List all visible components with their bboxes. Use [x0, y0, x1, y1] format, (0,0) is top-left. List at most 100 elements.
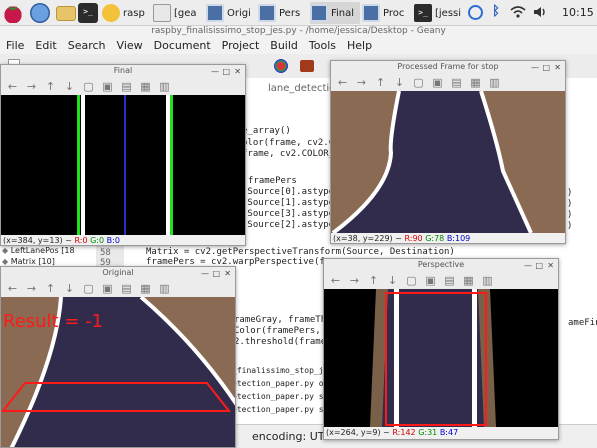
zoom-fit-icon[interactable]: ▢ [406, 274, 417, 287]
zoom-out-icon[interactable]: ▤ [444, 274, 455, 287]
maximize-icon[interactable]: □ [212, 268, 220, 280]
back-arrow-icon[interactable]: ← [7, 282, 18, 295]
zoom-fit-icon[interactable]: ▢ [83, 80, 94, 93]
minimize-icon[interactable]: — [531, 62, 539, 74]
close-icon[interactable]: ✕ [234, 66, 241, 78]
up-arrow-icon[interactable]: ↑ [45, 282, 56, 295]
properties-icon[interactable]: ▥ [489, 76, 500, 89]
menu-help[interactable]: Help [347, 39, 372, 52]
properties-icon[interactable]: ▥ [159, 282, 170, 295]
processed-window[interactable]: Processed Frame for stop — □ ✕ ← → ↑ ↓ ▢… [330, 60, 566, 244]
zoom-in-icon[interactable]: ▣ [432, 76, 443, 89]
maximize-icon[interactable]: □ [535, 260, 543, 272]
close-icon[interactable]: ✕ [554, 62, 561, 74]
save-icon[interactable]: ▦ [470, 76, 481, 89]
original-window[interactable]: Original — □ ✕ ← → ↑ ↓ ▢ ▣ ▤ ▦ ▥ Result … [0, 266, 236, 448]
bluetooth-icon[interactable]: ᛒ [488, 4, 504, 20]
save-icon[interactable]: ▦ [463, 274, 474, 287]
code-right-edge-2: ) [567, 188, 573, 198]
forward-arrow-icon[interactable]: → [26, 282, 37, 295]
zoom-in-icon[interactable]: ▣ [102, 282, 113, 295]
forward-arrow-icon[interactable]: → [26, 80, 37, 93]
down-arrow-icon[interactable]: ↓ [64, 282, 75, 295]
symbol-item-matrix[interactable]: ◆ Matrix [10] [2, 257, 55, 266]
zoom-out-icon[interactable]: ▤ [451, 76, 462, 89]
globe-icon[interactable] [30, 3, 50, 23]
taskbar-button-rasp[interactable]: rasp [102, 2, 148, 24]
maximize-icon[interactable]: □ [542, 62, 550, 74]
menu-edit[interactable]: Edit [35, 39, 56, 52]
menu-view[interactable]: View [117, 39, 143, 52]
code-snippet-6[interactable]: framePers [248, 176, 297, 187]
back-arrow-icon[interactable]: ← [337, 76, 348, 89]
taskbar-button-geany[interactable]: [gea [153, 2, 203, 24]
forward-arrow-icon[interactable]: → [356, 76, 367, 89]
menu-tools[interactable]: Tools [309, 39, 336, 52]
final-image[interactable] [1, 95, 245, 235]
volume-icon[interactable] [532, 4, 548, 20]
taskbar-button-perspective[interactable]: Pers [258, 2, 308, 24]
zoom-in-icon[interactable]: ▣ [102, 80, 113, 93]
perspective-image[interactable] [324, 289, 558, 427]
minimize-icon[interactable]: — [524, 260, 532, 272]
taskbar-button-processed[interactable]: Proc [362, 2, 412, 24]
zoom-out-icon[interactable]: ▤ [121, 80, 132, 93]
back-arrow-icon[interactable]: ← [7, 80, 18, 93]
processed-image[interactable] [331, 91, 565, 233]
code-mid-1[interactable]: rameGray, frameThre [234, 315, 337, 326]
save-icon[interactable]: ▦ [140, 282, 151, 295]
window-titlebar[interactable]: Perspective — □ ✕ [324, 259, 558, 271]
zoom-in-icon[interactable]: ▣ [425, 274, 436, 287]
code-mid-2[interactable]: Color(framePers, cv [234, 326, 337, 337]
down-arrow-icon[interactable]: ↓ [387, 274, 398, 287]
processed-track [331, 91, 533, 233]
variable-icon: ◆ [2, 246, 11, 255]
taskbar-button-original[interactable]: Origi [206, 2, 256, 24]
final-window[interactable]: Final — □ ✕ ← → ↑ ↓ ▢ ▣ ▤ ▦ ▥ (x=384, y=… [0, 64, 246, 246]
menu-build[interactable]: Build [270, 39, 298, 52]
back-arrow-icon[interactable]: ← [330, 274, 341, 287]
window-titlebar[interactable]: Processed Frame for stop — □ ✕ [331, 61, 565, 73]
down-arrow-icon[interactable]: ↓ [64, 80, 75, 93]
up-arrow-icon[interactable]: ↑ [375, 76, 386, 89]
symbol-item-leftlanepos[interactable]: ◆ LeftLanePos [18 [2, 246, 75, 255]
clock[interactable]: 10:15 [562, 6, 594, 19]
taskbar-button-jessica[interactable]: >_ [jessi [414, 2, 464, 24]
properties-icon[interactable]: ▥ [482, 274, 493, 287]
menu-file[interactable]: File [6, 39, 24, 52]
menu-search[interactable]: Search [68, 39, 106, 52]
code-snippet-1[interactable]: e_array() [242, 126, 291, 137]
properties-icon[interactable]: ▥ [159, 80, 170, 93]
zoom-out-icon[interactable]: ▤ [121, 282, 132, 295]
code-mid-3[interactable]: 2.threshold(frameGr [234, 337, 337, 348]
execute-icon[interactable] [300, 60, 314, 72]
minimize-icon[interactable]: — [201, 268, 209, 280]
taskbar-button-final[interactable]: Final [310, 2, 360, 24]
menu-document[interactable]: Document [154, 39, 211, 52]
zoom-fit-icon[interactable]: ▢ [413, 76, 424, 89]
zoom-fit-icon[interactable]: ▢ [83, 282, 94, 295]
down-arrow-icon[interactable]: ↓ [394, 76, 405, 89]
up-arrow-icon[interactable]: ↑ [368, 274, 379, 287]
minimize-icon[interactable]: — [211, 66, 219, 78]
wifi-icon[interactable] [510, 4, 526, 20]
close-icon[interactable]: ✕ [224, 268, 231, 280]
window-title: Final [113, 66, 133, 75]
folder-icon[interactable] [56, 6, 76, 21]
window-title: Perspective [417, 260, 465, 269]
menu-project[interactable]: Project [222, 39, 260, 52]
close-icon[interactable]: ✕ [547, 260, 554, 272]
code-right-edge-3: ) [567, 199, 573, 209]
window-titlebar[interactable]: Original — □ ✕ [1, 267, 235, 279]
save-icon[interactable]: ▦ [140, 80, 151, 93]
terminal-icon[interactable]: >_ [78, 3, 98, 23]
up-arrow-icon[interactable]: ↑ [45, 80, 56, 93]
original-image[interactable]: Result = -1 [1, 297, 235, 447]
forward-arrow-icon[interactable]: → [349, 274, 360, 287]
vnc-icon[interactable] [468, 5, 483, 20]
maximize-icon[interactable]: □ [222, 66, 230, 78]
build-icon[interactable] [274, 59, 288, 73]
window-titlebar[interactable]: Final — □ ✕ [1, 65, 245, 77]
perspective-window[interactable]: Perspective — □ ✕ ← → ↑ ↓ ▢ ▣ ▤ ▦ ▥ (x=2… [323, 258, 559, 440]
raspberry-icon[interactable] [3, 3, 23, 23]
